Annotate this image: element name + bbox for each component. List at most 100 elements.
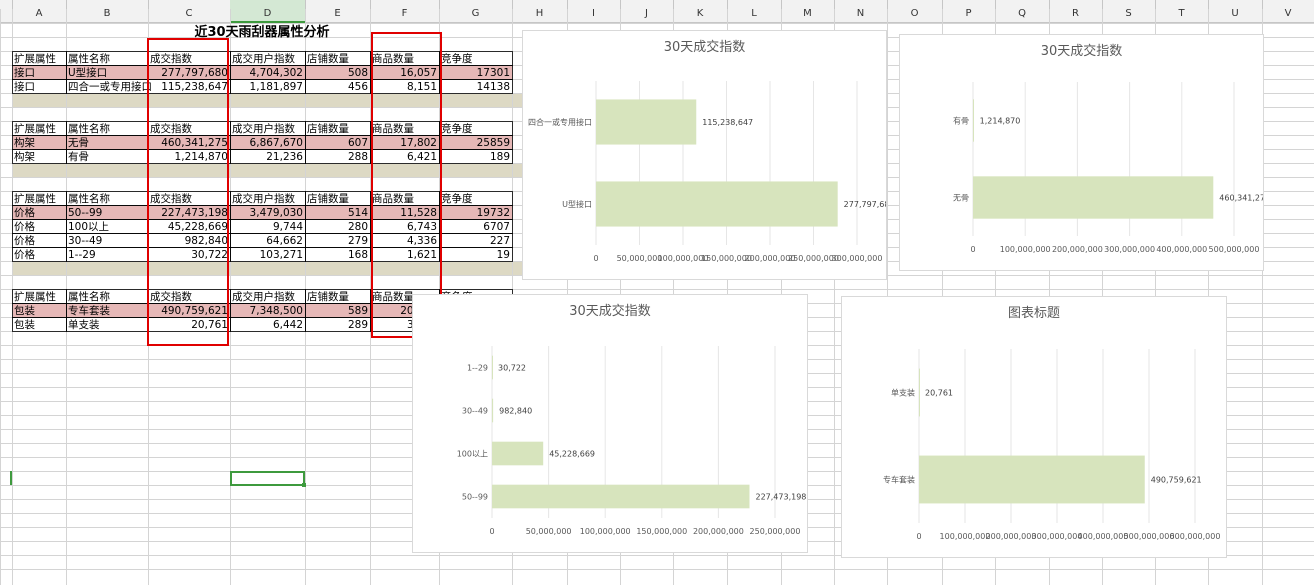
- table-header-cell[interactable]: 属性名称: [68, 52, 110, 65]
- table-header-cell[interactable]: 店铺数量: [307, 192, 349, 205]
- table-cell[interactable]: 19732: [477, 207, 510, 219]
- column-header-C[interactable]: C: [186, 8, 193, 19]
- table-cell[interactable]: 279: [348, 235, 368, 247]
- bar[interactable]: [492, 484, 750, 509]
- table-cell[interactable]: 构架: [14, 136, 35, 149]
- table-header-cell[interactable]: 属性名称: [68, 122, 110, 135]
- table-header-cell[interactable]: 成交用户指数: [232, 290, 295, 303]
- bar[interactable]: [596, 99, 697, 145]
- table-cell[interactable]: 16,057: [400, 67, 437, 79]
- column-header-V[interactable]: V: [1285, 8, 1292, 19]
- table-cell[interactable]: 6,421: [407, 151, 437, 163]
- table-cell[interactable]: 280: [348, 221, 368, 233]
- table-cell[interactable]: 508: [348, 67, 368, 79]
- table-cell[interactable]: 277,797,680: [161, 67, 228, 79]
- table-cell[interactable]: 构架: [14, 150, 35, 163]
- table-cell[interactable]: 3,479,030: [250, 207, 303, 219]
- table-cell[interactable]: 20,761: [191, 319, 228, 331]
- table-cell[interactable]: 11,528: [400, 207, 437, 219]
- table-header-cell[interactable]: 属性名称: [68, 290, 110, 303]
- table-header-cell[interactable]: 商品数量: [372, 192, 414, 205]
- chart-frame[interactable]: 30天成交指数 0 100,000,000 200,000,000 300,000,00…: [899, 34, 1270, 271]
- table-header-cell[interactable]: 竞争度: [441, 122, 473, 135]
- table-header-cell[interactable]: 成交指数: [150, 52, 192, 65]
- column-header-F[interactable]: F: [402, 8, 408, 19]
- chart-connector[interactable]: 30天成交指数 0 50,000,000 100,000,000 150,000,000…: [522, 30, 895, 280]
- table-cell[interactable]: 价格: [14, 234, 35, 247]
- table-header-cell[interactable]: 属性名称: [68, 192, 110, 205]
- table-cell[interactable]: 包装: [14, 318, 35, 331]
- table-header-cell[interactable]: 扩展属性: [14, 290, 56, 303]
- table-cell[interactable]: 460,341,275: [161, 137, 228, 149]
- fill-handle[interactable]: [302, 483, 306, 487]
- table-cell[interactable]: U型接口: [68, 66, 107, 79]
- table-cell[interactable]: 6,867,670: [250, 137, 303, 149]
- table-cell[interactable]: 189: [490, 151, 510, 163]
- table-cell[interactable]: 30,722: [191, 249, 228, 261]
- bar[interactable]: [919, 368, 920, 417]
- table-cell[interactable]: 30--49: [68, 235, 102, 247]
- table-cell[interactable]: 64,662: [266, 235, 303, 247]
- table-header-cell[interactable]: 成交用户指数: [232, 192, 295, 205]
- table-header-cell[interactable]: 店铺数量: [307, 52, 349, 65]
- bar[interactable]: [919, 455, 1145, 504]
- table-cell[interactable]: 490,759,621: [161, 305, 228, 317]
- table-header-cell[interactable]: 成交指数: [150, 290, 192, 303]
- bar[interactable]: [596, 181, 838, 227]
- table-cell[interactable]: 9,744: [273, 221, 303, 233]
- table-header-cell[interactable]: 商品数量: [372, 52, 414, 65]
- table-cell[interactable]: 25859: [477, 137, 510, 149]
- column-header-Q[interactable]: Q: [1018, 8, 1026, 19]
- chart-package[interactable]: 图表标题 0 100,000,000 200,000,000 300,000,000 40…: [841, 296, 1227, 558]
- table-header-cell[interactable]: 竞争度: [441, 52, 473, 65]
- table-cell[interactable]: 19: [497, 249, 510, 261]
- table-cell[interactable]: 45,228,669: [168, 221, 228, 233]
- column-header-B[interactable]: B: [104, 8, 111, 19]
- table-header-cell[interactable]: 成交指数: [150, 192, 192, 205]
- table-header-cell[interactable]: 扩展属性: [14, 192, 56, 205]
- column-header-T[interactable]: T: [1177, 8, 1185, 19]
- table-cell[interactable]: 1,621: [407, 249, 437, 261]
- bar[interactable]: [492, 441, 544, 466]
- table-cell[interactable]: 17301: [477, 67, 510, 79]
- column-header-I[interactable]: I: [592, 8, 595, 19]
- column-header-K[interactable]: K: [697, 8, 704, 19]
- table-cell[interactable]: 14138: [477, 81, 510, 93]
- table-cell[interactable]: 514: [348, 207, 368, 219]
- table-header-cell[interactable]: 成交用户指数: [232, 122, 295, 135]
- table-cell[interactable]: 6,442: [273, 319, 303, 331]
- table-header-cell[interactable]: 扩展属性: [14, 122, 56, 135]
- table-header-cell[interactable]: 竞争度: [441, 192, 473, 205]
- table-cell[interactable]: 6,743: [407, 221, 437, 233]
- column-header-M[interactable]: M: [803, 8, 812, 19]
- table-cell[interactable]: 21,236: [266, 151, 303, 163]
- table-header-cell[interactable]: 商品数量: [372, 290, 414, 303]
- table-cell[interactable]: 8,151: [407, 81, 437, 93]
- column-header-S[interactable]: S: [1125, 8, 1131, 19]
- table-cell[interactable]: 227: [490, 235, 510, 247]
- table-cell[interactable]: 456: [348, 81, 368, 93]
- bar[interactable]: [492, 398, 494, 423]
- table-cell[interactable]: 50--99: [68, 207, 102, 219]
- table-cell[interactable]: 1,181,897: [250, 81, 303, 93]
- table-cell[interactable]: 6707: [483, 221, 510, 233]
- table-cell[interactable]: 4,336: [407, 235, 437, 247]
- table-header-cell[interactable]: 扩展属性: [14, 52, 56, 65]
- table-cell[interactable]: 四合一或专用接口: [68, 80, 152, 93]
- table-cell[interactable]: 168: [348, 249, 368, 261]
- table-header-cell[interactable]: 店铺数量: [307, 290, 349, 303]
- table-cell[interactable]: 价格: [14, 206, 35, 219]
- table-cell[interactable]: 7,348,500: [250, 305, 303, 317]
- table-cell[interactable]: 价格: [14, 248, 35, 261]
- column-header-P[interactable]: P: [965, 8, 971, 19]
- table-cell[interactable]: 有骨: [68, 150, 89, 163]
- table-header-cell[interactable]: 商品数量: [372, 122, 414, 135]
- column-header-H[interactable]: H: [536, 8, 544, 19]
- table-cell[interactable]: 1,214,870: [175, 151, 228, 163]
- table-cell[interactable]: 1--29: [68, 249, 96, 261]
- table-header-cell[interactable]: 成交用户指数: [232, 52, 295, 65]
- column-header-E[interactable]: E: [334, 8, 340, 19]
- table-cell[interactable]: 103,271: [260, 249, 303, 261]
- bar[interactable]: [973, 99, 974, 142]
- column-header-O[interactable]: O: [911, 8, 919, 19]
